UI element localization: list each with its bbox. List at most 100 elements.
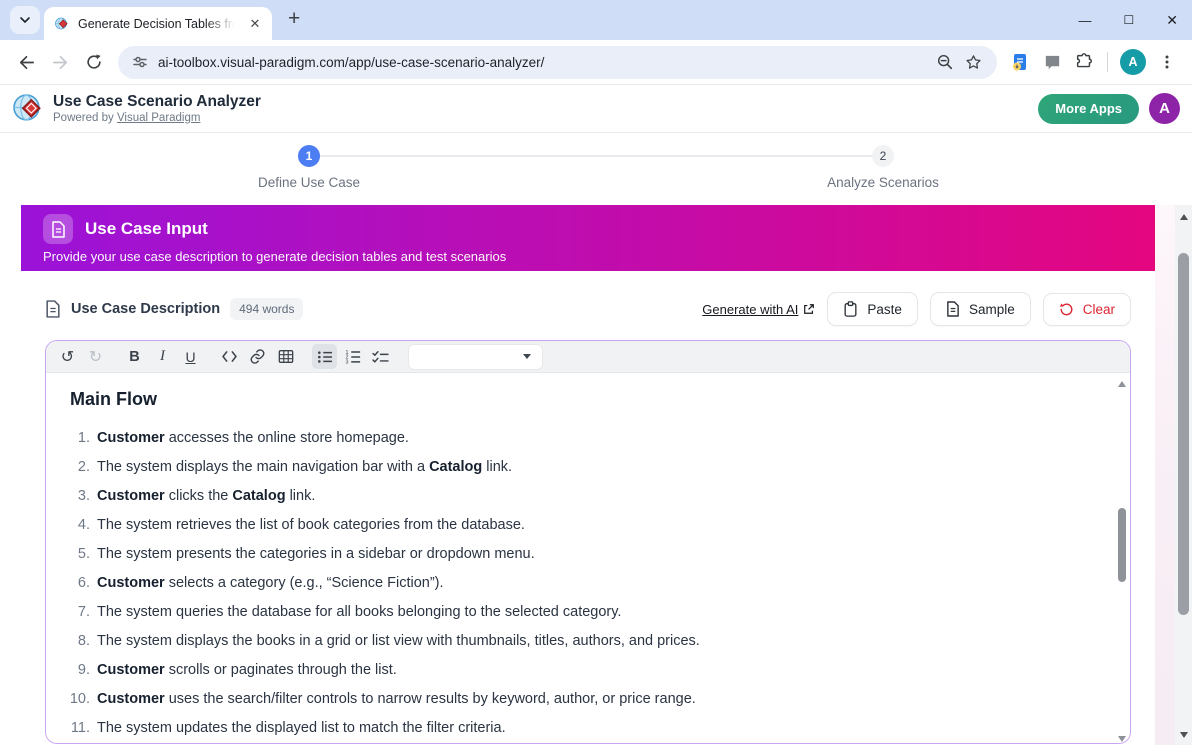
list-item-text: The system presents the categories in a … bbox=[97, 546, 535, 562]
list-item: 8.The system displays the books in a gri… bbox=[64, 633, 1090, 649]
check-list-icon[interactable] bbox=[368, 344, 393, 369]
address-bar[interactable]: ai-toolbox.visual-paradigm.com/app/use-c… bbox=[118, 46, 997, 79]
list-item-number: 4. bbox=[64, 517, 90, 533]
list-item-text: Customer clicks the Catalog link. bbox=[97, 488, 315, 504]
undo-icon[interactable]: ↺ bbox=[55, 344, 80, 369]
page-scrollbar[interactable] bbox=[1175, 205, 1192, 745]
browser-tab[interactable]: Generate Decision Tables from U ✕ bbox=[44, 7, 272, 40]
url-text[interactable]: ai-toolbox.visual-paradigm.com/app/use-c… bbox=[158, 55, 926, 70]
menu-kebab-icon[interactable] bbox=[1152, 47, 1182, 77]
list-item: 3. Customer clicks the Catalog link. bbox=[64, 488, 1090, 504]
clear-label: Clear bbox=[1083, 302, 1115, 317]
sample-button[interactable]: Sample bbox=[930, 292, 1031, 326]
app-logo bbox=[12, 92, 45, 125]
list-item-number: 9. bbox=[64, 662, 90, 678]
list-item-number: 3. bbox=[64, 488, 90, 504]
minimize-icon[interactable]: — bbox=[1079, 13, 1092, 28]
editor-scrollbar-thumb[interactable] bbox=[1118, 508, 1126, 582]
page-content: Use Case Input Provide your use case des… bbox=[0, 205, 1192, 745]
rich-text-editor: ↺ ↻ B I U 123 bbox=[45, 340, 1131, 744]
editor-heading: Main Flow bbox=[70, 389, 1090, 410]
favicon-visual-paradigm bbox=[54, 16, 70, 32]
more-apps-button[interactable]: More Apps bbox=[1038, 94, 1139, 124]
list-item-number: 6. bbox=[64, 575, 90, 591]
editor-content[interactable]: Main Flow 1.Customer accesses the online… bbox=[46, 373, 1130, 744]
list-item: 5.The system presents the categories in … bbox=[64, 546, 1090, 562]
powered-prefix: Powered by bbox=[53, 112, 114, 124]
list-item: 4. The system retrieves the list of book … bbox=[64, 517, 1090, 533]
link-icon[interactable] bbox=[245, 344, 270, 369]
page-scrollbar-thumb[interactable] bbox=[1178, 253, 1189, 615]
italic-icon[interactable]: I bbox=[150, 344, 175, 369]
zoom-out-icon[interactable] bbox=[936, 53, 954, 71]
banner-subtitle: Provide your use case description to gen… bbox=[43, 249, 1133, 264]
list-item-text: The system retrieves the list of book ca… bbox=[97, 517, 525, 533]
browser-profile-avatar[interactable]: A bbox=[1120, 49, 1146, 75]
toolbar-divider bbox=[1107, 52, 1108, 72]
app-header: Use Case Scenario Analyzer Powered by Vi… bbox=[0, 85, 1192, 133]
step-analyze-scenarios[interactable]: 2 Analyze Scenarios bbox=[793, 145, 973, 190]
description-bar: Use Case Description 494 words Generate … bbox=[21, 271, 1155, 340]
generate-with-ai-link[interactable]: Generate with AI bbox=[702, 302, 815, 317]
scroll-up-arrow-icon[interactable] bbox=[1175, 209, 1192, 225]
sample-document-icon bbox=[946, 301, 960, 317]
bookmark-star-icon[interactable] bbox=[964, 53, 983, 72]
chat-extension-icon[interactable] bbox=[1037, 47, 1067, 77]
step-label: Analyze Scenarios bbox=[793, 175, 973, 190]
description-document-icon bbox=[45, 300, 61, 318]
list-item: 6.Customer selects a category (e.g., “Sc… bbox=[64, 575, 1090, 591]
new-tab-button[interactable]: + bbox=[288, 7, 300, 31]
browser-toolbar: ai-toolbox.visual-paradigm.com/app/use-c… bbox=[0, 40, 1192, 85]
banner-title: Use Case Input bbox=[85, 219, 208, 239]
underline-icon[interactable]: U bbox=[178, 344, 203, 369]
paste-button[interactable]: Paste bbox=[827, 292, 918, 326]
bold-icon[interactable]: B bbox=[122, 344, 147, 369]
list-item-text: Customer uses the search/filter controls… bbox=[97, 691, 696, 707]
list-item-text: The system displays the main navigation … bbox=[97, 459, 512, 475]
browser-titlebar: Generate Decision Tables from U ✕ + — ☐ … bbox=[0, 0, 1192, 40]
list-item-text: The system updates the displayed list to… bbox=[97, 720, 506, 736]
tab-close-icon[interactable]: ✕ bbox=[246, 15, 264, 33]
clear-button[interactable]: Clear bbox=[1043, 293, 1131, 326]
paste-label: Paste bbox=[867, 302, 902, 317]
table-icon[interactable] bbox=[273, 344, 298, 369]
redo-icon[interactable]: ↻ bbox=[83, 344, 108, 369]
docs-extension-icon[interactable] bbox=[1005, 47, 1035, 77]
list-item: 1.Customer accesses the online store hom… bbox=[64, 430, 1090, 446]
scroll-down-arrow-icon[interactable] bbox=[1175, 727, 1192, 743]
list-item-number: 2. bbox=[64, 459, 90, 475]
bullet-list-icon[interactable] bbox=[312, 344, 337, 369]
scroll-up-arrow-icon[interactable] bbox=[1118, 381, 1126, 387]
list-item-number: 11. bbox=[64, 720, 90, 736]
code-icon[interactable] bbox=[217, 344, 242, 369]
word-count-badge: 494 words bbox=[230, 298, 303, 320]
list-item: 7.The system queries the database for al… bbox=[64, 604, 1090, 620]
numbered-list-icon[interactable]: 123 bbox=[340, 344, 365, 369]
reload-button[interactable] bbox=[78, 46, 110, 78]
app-user-avatar[interactable]: A bbox=[1149, 93, 1180, 124]
maximize-icon[interactable]: ☐ bbox=[1124, 13, 1135, 27]
extensions-puzzle-icon[interactable] bbox=[1069, 47, 1099, 77]
document-icon bbox=[43, 214, 73, 244]
back-icon bbox=[17, 53, 36, 72]
list-item-text: The system displays the books in a grid … bbox=[97, 633, 700, 649]
scroll-down-arrow-icon[interactable] bbox=[1118, 736, 1126, 742]
forward-button[interactable] bbox=[44, 46, 76, 78]
svg-text:3: 3 bbox=[345, 360, 348, 364]
list-item-text: The system queries the database for all … bbox=[97, 604, 621, 620]
back-button[interactable] bbox=[10, 46, 42, 78]
tab-search-button[interactable] bbox=[10, 6, 40, 34]
visual-paradigm-link[interactable]: Visual Paradigm bbox=[117, 112, 201, 124]
clipboard-icon bbox=[843, 301, 858, 317]
external-link-icon bbox=[803, 303, 815, 315]
chevron-down-icon bbox=[523, 354, 531, 359]
editor-scrollbar[interactable] bbox=[1115, 373, 1130, 744]
paragraph-style-dropdown[interactable] bbox=[409, 345, 542, 369]
list-item-number: 1. bbox=[64, 430, 90, 446]
close-icon[interactable]: ✕ bbox=[1166, 12, 1178, 29]
step-define-use-case[interactable]: 1 Define Use Case bbox=[219, 145, 399, 190]
list-item: 10.Customer uses the search/filter contr… bbox=[64, 691, 1090, 707]
reload-icon bbox=[85, 53, 103, 71]
forward-icon bbox=[51, 53, 70, 72]
list-item: 9.Customer scrolls or paginates through … bbox=[64, 662, 1090, 678]
